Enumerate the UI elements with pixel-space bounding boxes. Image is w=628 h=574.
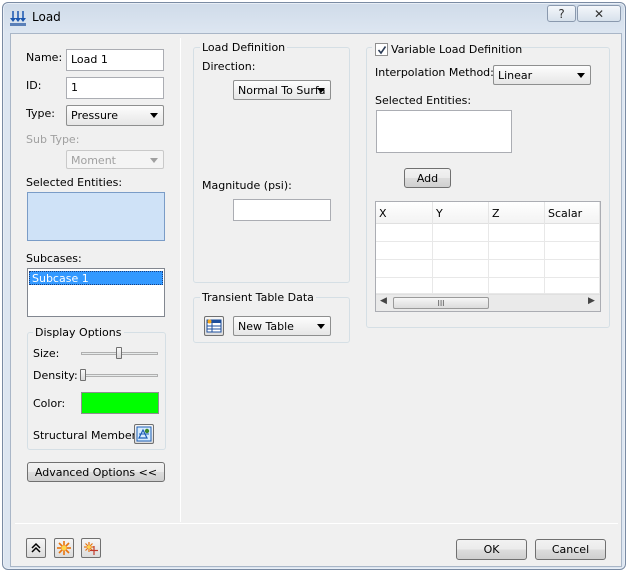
interpolation-label: Interpolation Method:	[375, 66, 494, 79]
collapse-up-button[interactable]	[26, 538, 46, 558]
load-definition-title: Load Definition	[200, 41, 288, 54]
name-label: Name:	[26, 51, 63, 64]
list-item-subcase[interactable]: Subcase 1	[29, 271, 163, 285]
help-button[interactable]: ?	[547, 5, 576, 22]
table-row-line	[376, 241, 600, 242]
subcases-list[interactable]: Subcase 1	[27, 268, 165, 317]
type-label: Type:	[26, 107, 55, 120]
multi-starburst-icon	[84, 542, 98, 555]
subtype-label: Sub Type:	[26, 133, 80, 146]
column-header-y[interactable]: Y	[433, 202, 489, 224]
checkmark-icon	[377, 45, 386, 54]
magnitude-label: Magnitude (psi):	[202, 179, 292, 192]
column-header-scalar[interactable]: Scalar	[545, 202, 600, 224]
interpolation-dropdown[interactable]: Linear	[493, 65, 591, 85]
column-separator	[180, 38, 181, 522]
interpolation-value: Linear	[498, 69, 533, 82]
color-label: Color:	[33, 397, 66, 410]
display-options-title: Display Options	[33, 326, 124, 339]
table-editor-button[interactable]	[204, 316, 224, 336]
selected-entities-label: Selected Entities:	[26, 176, 123, 189]
right-selected-entities-box[interactable]	[376, 110, 512, 153]
name-input[interactable]: Load 1	[66, 49, 164, 71]
window-title: Load	[32, 10, 61, 24]
chevron-down-icon	[317, 324, 325, 329]
transient-table-dropdown[interactable]: New Table	[233, 316, 331, 336]
ok-button[interactable]: OK	[456, 539, 527, 560]
scroll-right-arrow-icon[interactable]: ▶	[588, 296, 595, 306]
direction-dropdown[interactable]: Normal To Surfa	[233, 80, 331, 100]
size-label: Size:	[33, 347, 60, 360]
footer-separator	[15, 523, 618, 524]
color-swatch-button[interactable]	[81, 392, 159, 414]
variable-load-label[interactable]: Variable Load Definition	[391, 43, 522, 56]
density-label: Density:	[33, 369, 78, 382]
column-header-z[interactable]: Z	[489, 202, 545, 224]
new-load-button[interactable]	[54, 538, 74, 558]
table-row-line	[376, 277, 600, 278]
subtype-dropdown[interactable]: Moment	[66, 150, 164, 169]
chevron-down-icon	[150, 113, 158, 118]
structural-member-label: Structural Member	[33, 429, 137, 442]
table-row-line	[376, 259, 600, 260]
id-input[interactable]: 1	[66, 77, 164, 99]
advanced-options-button[interactable]: Advanced Options <<	[27, 462, 165, 482]
scroll-left-arrow-icon[interactable]: ◀	[380, 296, 387, 306]
load-dialog: Load ? ✕ Name: Load 1 ID: 1 Type: Pressu…	[2, 2, 626, 570]
table-grid-icon	[206, 319, 222, 333]
column-header-x[interactable]: X	[376, 202, 433, 224]
starburst-icon	[57, 541, 71, 555]
transient-table-value: New Table	[238, 320, 294, 333]
subcases-label: Subcases:	[26, 252, 82, 265]
load-arrows-icon	[10, 11, 26, 26]
id-label: ID:	[26, 79, 42, 92]
table-body	[376, 224, 600, 294]
density-slider-thumb[interactable]	[80, 369, 86, 381]
transient-table-title: Transient Table Data	[200, 291, 316, 304]
multi-load-button[interactable]	[81, 538, 101, 558]
dialog-client-area: Name: Load 1 ID: 1 Type: Pressure Sub Ty…	[10, 33, 622, 567]
chevron-down-icon	[150, 158, 158, 163]
structural-member-button[interactable]	[134, 424, 154, 444]
variable-load-table[interactable]: X Y Z Scalar ◀ III ▶	[375, 201, 601, 312]
density-slider-track	[81, 374, 158, 377]
scroll-thumb[interactable]: III	[393, 297, 489, 309]
selected-entities-box[interactable]	[27, 192, 165, 241]
title-bar: Load ? ✕	[3, 3, 625, 31]
close-button[interactable]: ✕	[577, 5, 621, 22]
type-value: Pressure	[71, 109, 118, 122]
subtype-value: Moment	[71, 154, 116, 167]
direction-label: Direction:	[202, 60, 256, 73]
chevron-down-icon	[317, 88, 325, 93]
size-slider-thumb[interactable]	[116, 347, 122, 359]
direction-value: Normal To Surfa	[238, 84, 326, 97]
add-button[interactable]: Add	[404, 168, 451, 188]
chevron-down-icon	[577, 73, 585, 78]
cancel-button[interactable]: Cancel	[535, 539, 606, 560]
magnitude-input[interactable]	[233, 199, 331, 221]
structural-member-icon	[136, 426, 152, 442]
right-selected-entities-label: Selected Entities:	[375, 94, 472, 107]
variable-load-checkbox[interactable]	[375, 43, 388, 56]
double-chevron-up-icon	[31, 542, 41, 553]
table-header: X Y Z Scalar	[376, 202, 600, 224]
table-horizontal-scrollbar[interactable]: ◀ III ▶	[376, 294, 600, 311]
type-dropdown[interactable]: Pressure	[66, 105, 164, 126]
